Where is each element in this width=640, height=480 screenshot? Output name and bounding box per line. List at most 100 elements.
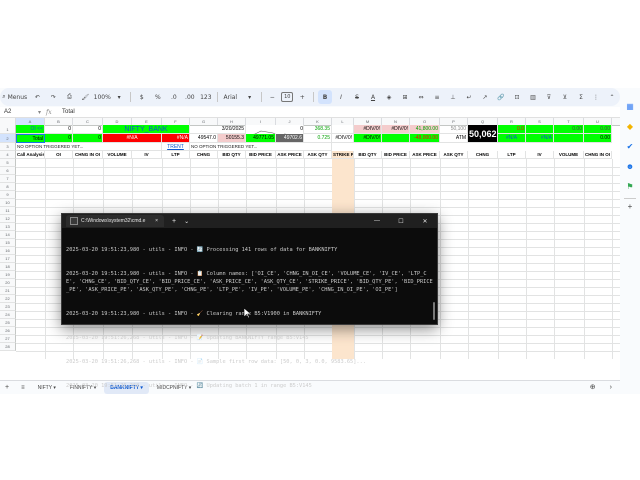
new-tab-button[interactable]: +	[172, 218, 176, 225]
terminal-output[interactable]: 2025-03-20 19:51:23,980 - utils - INFO -…	[62, 228, 437, 408]
cell-i2[interactable]: 49771.05	[246, 134, 276, 143]
calendar-icon[interactable]: ▦	[625, 102, 635, 112]
row-header[interactable]: 9	[0, 191, 16, 199]
search-menus-button[interactable]: ⌕ Menus	[1, 90, 28, 104]
row-header[interactable]: 16	[0, 247, 16, 255]
row-header[interactable]: 10	[0, 199, 16, 207]
add-on-plus-icon[interactable]: +	[625, 202, 635, 212]
row-header[interactable]: 23	[0, 303, 16, 311]
row-header[interactable]: 26	[0, 327, 16, 335]
cell-o1[interactable]: 41,800.00	[410, 125, 440, 134]
terminal-scrollbar[interactable]	[433, 302, 435, 320]
cell-c2[interactable]: 0	[73, 134, 103, 143]
header-ltp-pe[interactable]: LTP	[498, 151, 526, 159]
zoom-select[interactable]: 100%	[94, 90, 111, 104]
cell-p1[interactable]: 50,100	[440, 125, 468, 134]
keep-notes-icon[interactable]: ◆	[625, 122, 635, 132]
header-bid-qty-pe[interactable]: BID QTY	[354, 151, 382, 159]
date-cell[interactable]: 3/20/2025	[190, 125, 246, 134]
header-iv-ce[interactable]: IV	[132, 151, 162, 159]
col-header-f[interactable]: F	[162, 118, 190, 125]
paint-format-icon[interactable]: 🖌	[78, 90, 92, 104]
header-chng-ce[interactable]: CHNG	[190, 151, 218, 159]
chart-icon[interactable]: ▥	[526, 90, 540, 104]
name-box[interactable]: A2	[0, 109, 38, 115]
cell-g2[interactable]: 49547.0	[190, 134, 218, 143]
cell-u2[interactable]: 0.00	[584, 134, 612, 143]
header-bid-qty-ce[interactable]: BID QTY	[218, 151, 246, 159]
maps-icon[interactable]: ⚑	[625, 182, 635, 192]
col-header-u[interactable]: U	[584, 118, 612, 125]
print-icon[interactable]: ⎙	[62, 90, 76, 104]
functions-icon[interactable]: Σ	[574, 90, 588, 104]
col-header-p[interactable]: P	[440, 118, 468, 125]
maximize-icon[interactable]: ☐	[389, 218, 413, 225]
col-header-l[interactable]: L	[332, 118, 354, 125]
cell-c1[interactable]: 0	[73, 125, 103, 134]
header-chng-oi-ce[interactable]: CHNG IN OI	[73, 151, 103, 159]
row-header[interactable]: 4	[0, 151, 16, 159]
col-header-b[interactable]: B	[45, 118, 73, 125]
header-bid-price-ce[interactable]: BID PRICE	[246, 151, 276, 159]
cell-m1[interactable]: #DIV/0!	[354, 125, 382, 134]
undo-icon[interactable]: ↶	[30, 90, 44, 104]
cell-n1[interactable]: #DIV/0!	[382, 125, 410, 134]
all-sheets-button[interactable]: ≡	[16, 382, 30, 394]
row-header[interactable]: 1	[0, 125, 16, 134]
redo-icon[interactable]: ↷	[46, 90, 60, 104]
cell-u1[interactable]: 0.00	[584, 125, 612, 134]
cell-a2-selected[interactable]: Total	[16, 134, 45, 143]
increase-decimal-button[interactable]: .00	[183, 90, 197, 104]
fill-color-icon[interactable]: ◈	[382, 90, 396, 104]
cell-o2[interactable]: -48,000.00	[410, 134, 440, 143]
minimize-icon[interactable]: —	[365, 218, 389, 224]
row-header[interactable]: 21	[0, 287, 16, 295]
col-header-n[interactable]: N	[382, 118, 410, 125]
col-header-t[interactable]: T	[554, 118, 584, 125]
font-size-decrease-button[interactable]: −	[265, 90, 279, 104]
cell-h2[interactable]: 50155.3	[218, 134, 246, 143]
currency-button[interactable]: $	[135, 90, 149, 104]
row-header[interactable]: 8	[0, 183, 16, 191]
cell-k2[interactable]: 0.725	[304, 134, 332, 143]
header-strike-price[interactable]: STRIKE PRICE	[332, 151, 354, 159]
decrease-decimal-button[interactable]: .0	[167, 90, 181, 104]
row-header[interactable]: 17	[0, 255, 16, 263]
merge-cells-icon[interactable]: ⇔	[414, 90, 428, 104]
borders-icon[interactable]: ⊞	[398, 90, 412, 104]
terminal-tab[interactable]: C:\Windows\system32\cmd.e ×	[66, 215, 164, 227]
italic-button[interactable]: I	[334, 90, 348, 104]
header-volume-pe[interactable]: VOLUME	[554, 151, 584, 159]
cell-d2[interactable]: #N/A	[103, 134, 162, 143]
col-header-j[interactable]: J	[276, 118, 304, 125]
header-volume-ce[interactable]: VOLUME	[103, 151, 132, 159]
terminal-title-bar[interactable]: C:\Windows\system32\cmd.e × + ⌄ — ☐ ✕	[62, 214, 437, 228]
row-header[interactable]: 11	[0, 207, 16, 215]
cell-j1[interactable]: 0	[276, 125, 304, 134]
filter-icon[interactable]: ⊽	[542, 90, 556, 104]
cell-s2[interactable]: #N/A	[526, 134, 554, 143]
close-tab-icon[interactable]: ×	[155, 218, 158, 224]
atm-label[interactable]: ATM	[440, 134, 468, 143]
strikethrough-button[interactable]: S	[350, 90, 364, 104]
tab-dropdown-icon[interactable]: ⌄	[184, 218, 189, 225]
row-header[interactable]: 5	[0, 159, 16, 167]
trent-link[interactable]: TRENT	[162, 143, 190, 151]
tab-nifty[interactable]: NIFTY ▾	[32, 382, 62, 394]
index-title-cell[interactable]: NIFTY_BANK	[103, 125, 190, 134]
row-header[interactable]: 28	[0, 343, 16, 351]
cell-b1[interactable]: 0	[45, 125, 73, 134]
explore-icon[interactable]: ⊕	[584, 382, 602, 394]
font-size-increase-button[interactable]: +	[295, 90, 309, 104]
row-header[interactable]: 2	[0, 134, 16, 143]
header-ask-qty-ce[interactable]: ASK QTY	[304, 151, 332, 159]
tasks-icon[interactable]: ✔	[625, 142, 635, 152]
header-oi-ce[interactable]: OI	[45, 151, 73, 159]
row-header[interactable]: 27	[0, 335, 16, 343]
cell-r1[interactable]: 0.0	[498, 125, 526, 134]
header-chng-oi-pe[interactable]: CHNG IN OI	[584, 151, 612, 159]
col-header-e[interactable]: E	[132, 118, 162, 125]
header-ltp-ce[interactable]: LTP	[162, 151, 190, 159]
text-color-button[interactable]: A	[366, 90, 380, 104]
cell-a1[interactable]: OI <<	[16, 125, 45, 134]
